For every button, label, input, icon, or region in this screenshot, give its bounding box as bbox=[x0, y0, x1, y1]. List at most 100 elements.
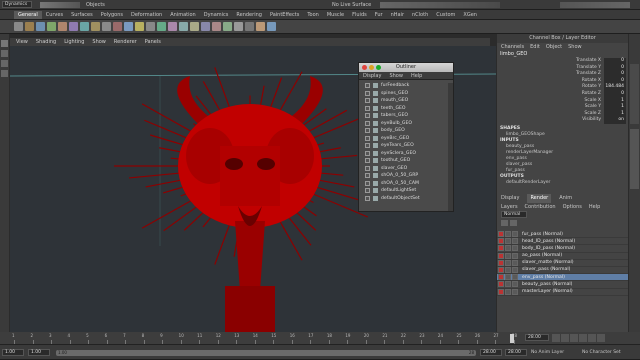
layer-color-icon[interactable] bbox=[512, 252, 518, 259]
render-toggle-icon[interactable] bbox=[498, 288, 504, 295]
rotate-tool-icon[interactable] bbox=[1, 60, 8, 67]
expand-icon[interactable] bbox=[365, 188, 370, 194]
shelf-tool-icon[interactable] bbox=[14, 22, 23, 31]
range-end-field[interactable]: 28.00 bbox=[480, 349, 502, 356]
outliner-item[interactable]: furFeedback bbox=[365, 82, 453, 90]
outliner-item[interactable]: mouth_GEO bbox=[365, 97, 453, 105]
channel-value[interactable]: 1 bbox=[604, 104, 626, 111]
channel-row[interactable]: Scale Z1 bbox=[497, 110, 626, 118]
tab-display[interactable]: Display bbox=[501, 194, 519, 203]
expand-icon[interactable] bbox=[365, 158, 370, 164]
layer-color-icon[interactable] bbox=[512, 245, 518, 252]
outliner-item[interactable]: spines_GEO bbox=[365, 90, 453, 98]
outliner-item[interactable]: toothut_GEO bbox=[365, 157, 453, 165]
recycle-icon[interactable] bbox=[505, 259, 511, 266]
expand-icon[interactable] bbox=[365, 143, 370, 149]
expand-icon[interactable] bbox=[365, 195, 370, 201]
channel-value[interactable]: 0 bbox=[604, 71, 626, 78]
shelf-tool-icon[interactable] bbox=[179, 22, 188, 31]
shelf-tool-icon[interactable] bbox=[223, 22, 232, 31]
shelf-tab-muscle[interactable]: Muscle bbox=[323, 11, 348, 19]
shelf-tab-fur[interactable]: Fur bbox=[371, 11, 387, 19]
outliner-title-bar[interactable]: Outliner bbox=[359, 63, 453, 72]
channel-row[interactable]: Translate Y0 bbox=[497, 64, 626, 72]
channel-menu-object[interactable]: Object bbox=[546, 43, 562, 51]
expand-icon[interactable] bbox=[365, 105, 370, 111]
outliner-item[interactable]: tabers_GEO bbox=[365, 112, 453, 120]
channel-row[interactable]: Visibility on bbox=[497, 117, 626, 124]
layer-menu-layers[interactable]: Layers bbox=[501, 203, 518, 211]
tab-anim[interactable]: Anim bbox=[559, 194, 572, 203]
panel-menu-lighting[interactable]: Lighting bbox=[64, 38, 84, 46]
current-frame-field[interactable]: 28.00 bbox=[525, 334, 549, 341]
expand-icon[interactable] bbox=[365, 83, 370, 89]
outliner-item[interactable]: defaultObjectSet bbox=[365, 195, 453, 203]
channel-row[interactable]: Scale X1 bbox=[497, 97, 626, 105]
shelf-tool-icon[interactable] bbox=[25, 22, 34, 31]
layer-menu-help[interactable]: Help bbox=[589, 203, 600, 211]
go-to-end-icon[interactable] bbox=[597, 334, 605, 342]
shelf-tab-nhair[interactable]: nHair bbox=[387, 11, 408, 19]
time-slider[interactable]: 1 2 3 4 5 6 7 8 9 10 11 12 13 14 15 16 17 18 19 20 21 22 23 24 2… bbox=[0, 332, 640, 344]
character-set-dropdown[interactable]: No Character Set bbox=[582, 350, 621, 355]
layer-color-icon[interactable] bbox=[512, 274, 518, 281]
channel-menu-show[interactable]: Show bbox=[568, 43, 582, 51]
layer-row[interactable]: body_ID_pass (Normal) bbox=[497, 245, 628, 253]
recycle-icon[interactable] bbox=[505, 281, 511, 288]
new-layer-selected-icon[interactable] bbox=[510, 220, 517, 226]
shelf-tool-icon[interactable] bbox=[36, 22, 45, 31]
outliner-menu-display[interactable]: Display bbox=[363, 72, 381, 79]
layer-color-icon[interactable] bbox=[512, 267, 518, 274]
zoom-icon[interactable] bbox=[376, 65, 381, 70]
expand-icon[interactable] bbox=[365, 135, 370, 141]
shelf-tool-icon[interactable] bbox=[168, 22, 177, 31]
shelf-tool-icon[interactable] bbox=[47, 22, 56, 31]
shelf-tab-fluids[interactable]: Fluids bbox=[348, 11, 371, 19]
close-icon[interactable] bbox=[362, 65, 367, 70]
outliner-item[interactable]: eyeBulb_GEO bbox=[365, 120, 453, 128]
outliner-item[interactable]: body_GEO bbox=[365, 127, 453, 135]
shelf-tab-animation[interactable]: Animation bbox=[166, 11, 200, 19]
panel-menu-panels[interactable]: Panels bbox=[145, 38, 161, 46]
recycle-icon[interactable] bbox=[505, 267, 511, 274]
outliner-item[interactable]: shOA_0_50_GRP bbox=[365, 172, 453, 180]
range-start-field[interactable]: 1.00 bbox=[28, 349, 50, 356]
shelf-tool-icon[interactable] bbox=[256, 22, 265, 31]
expand-icon[interactable] bbox=[365, 98, 370, 104]
shelf-tab-dynamics[interactable]: Dynamics bbox=[200, 11, 233, 19]
start-time-field[interactable]: 1.00 bbox=[2, 349, 24, 356]
move-tool-icon[interactable] bbox=[1, 50, 8, 57]
channel-menu-edit[interactable]: Edit bbox=[530, 43, 540, 51]
panel-toggle-icons[interactable] bbox=[560, 2, 630, 8]
layer-color-icon[interactable] bbox=[512, 281, 518, 288]
expand-icon[interactable] bbox=[365, 128, 370, 134]
shelf-tool-icon[interactable] bbox=[113, 22, 122, 31]
play-forward-icon[interactable] bbox=[579, 334, 587, 342]
channel-row[interactable]: Rotate Y 184.484 bbox=[497, 84, 626, 91]
layer-color-icon[interactable] bbox=[512, 231, 518, 238]
panel-menu-renderer[interactable]: Renderer bbox=[114, 38, 137, 46]
recycle-icon[interactable] bbox=[505, 231, 511, 238]
render-toggle-icon[interactable] bbox=[498, 259, 504, 266]
shelf-tool-icon[interactable] bbox=[80, 22, 89, 31]
node-item[interactable]: defaultRenderLayer bbox=[500, 180, 628, 186]
outliner-item[interactable]: defaultLightSet bbox=[365, 187, 453, 195]
shelf-tool-icon[interactable] bbox=[201, 22, 210, 31]
layer-menu-options[interactable]: Options bbox=[563, 203, 582, 211]
tab-channel-box[interactable] bbox=[630, 129, 639, 189]
channel-value[interactable]: 0 bbox=[604, 90, 626, 98]
recycle-icon[interactable] bbox=[505, 252, 511, 259]
shelf-tool-icon[interactable] bbox=[91, 22, 100, 31]
scale-tool-icon[interactable] bbox=[1, 70, 8, 77]
tab-attribute-editor[interactable] bbox=[630, 64, 639, 124]
render-toggle-icon[interactable] bbox=[498, 238, 504, 245]
expand-icon[interactable] bbox=[365, 90, 370, 96]
channel-value[interactable]: 184.484 bbox=[604, 84, 626, 91]
channel-menu-channels[interactable]: Channels bbox=[501, 43, 524, 51]
channel-value[interactable]: on bbox=[604, 117, 626, 124]
outliner-item[interactable]: eyeTears_GEO bbox=[365, 142, 453, 150]
render-toggle-icon[interactable] bbox=[498, 245, 504, 252]
recycle-icon[interactable] bbox=[505, 274, 511, 281]
shelf-tool-icon[interactable] bbox=[69, 22, 78, 31]
render-icons[interactable] bbox=[380, 2, 500, 8]
